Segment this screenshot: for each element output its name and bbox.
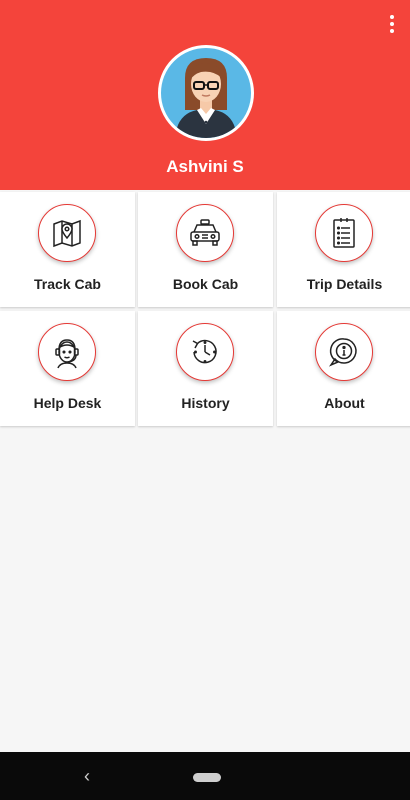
more-options-icon[interactable]	[384, 12, 400, 36]
track-cab-tile[interactable]: Track Cab	[0, 192, 135, 307]
user-name: Ashvini S	[166, 157, 244, 176]
tile-label: About	[324, 395, 365, 411]
support-agent-icon	[38, 323, 96, 381]
info-bubble-icon	[315, 323, 373, 381]
about-tile[interactable]: About	[277, 311, 410, 426]
back-icon[interactable]: ‹	[84, 766, 90, 787]
tile-label: Track Cab	[34, 276, 101, 292]
tile-label: Help Desk	[33, 395, 102, 411]
trip-details-tile[interactable]: Trip Details	[277, 192, 410, 307]
history-clock-icon	[176, 323, 234, 381]
avatar	[158, 45, 254, 141]
map-pin-icon	[38, 204, 96, 262]
tile-label: History	[181, 395, 230, 411]
system-nav-bar: ‹	[0, 752, 410, 800]
profile-header: Ashvini S	[0, 0, 410, 190]
tile-label: Book Cab	[172, 276, 239, 292]
book-cab-tile[interactable]: Book Cab	[138, 192, 273, 307]
taxi-icon	[176, 204, 234, 262]
help-desk-tile[interactable]: Help Desk	[0, 311, 135, 426]
home-pill-icon[interactable]	[193, 773, 221, 782]
history-tile[interactable]: History	[138, 311, 273, 426]
document-list-icon	[315, 204, 373, 262]
tile-label: Trip Details	[306, 276, 383, 292]
